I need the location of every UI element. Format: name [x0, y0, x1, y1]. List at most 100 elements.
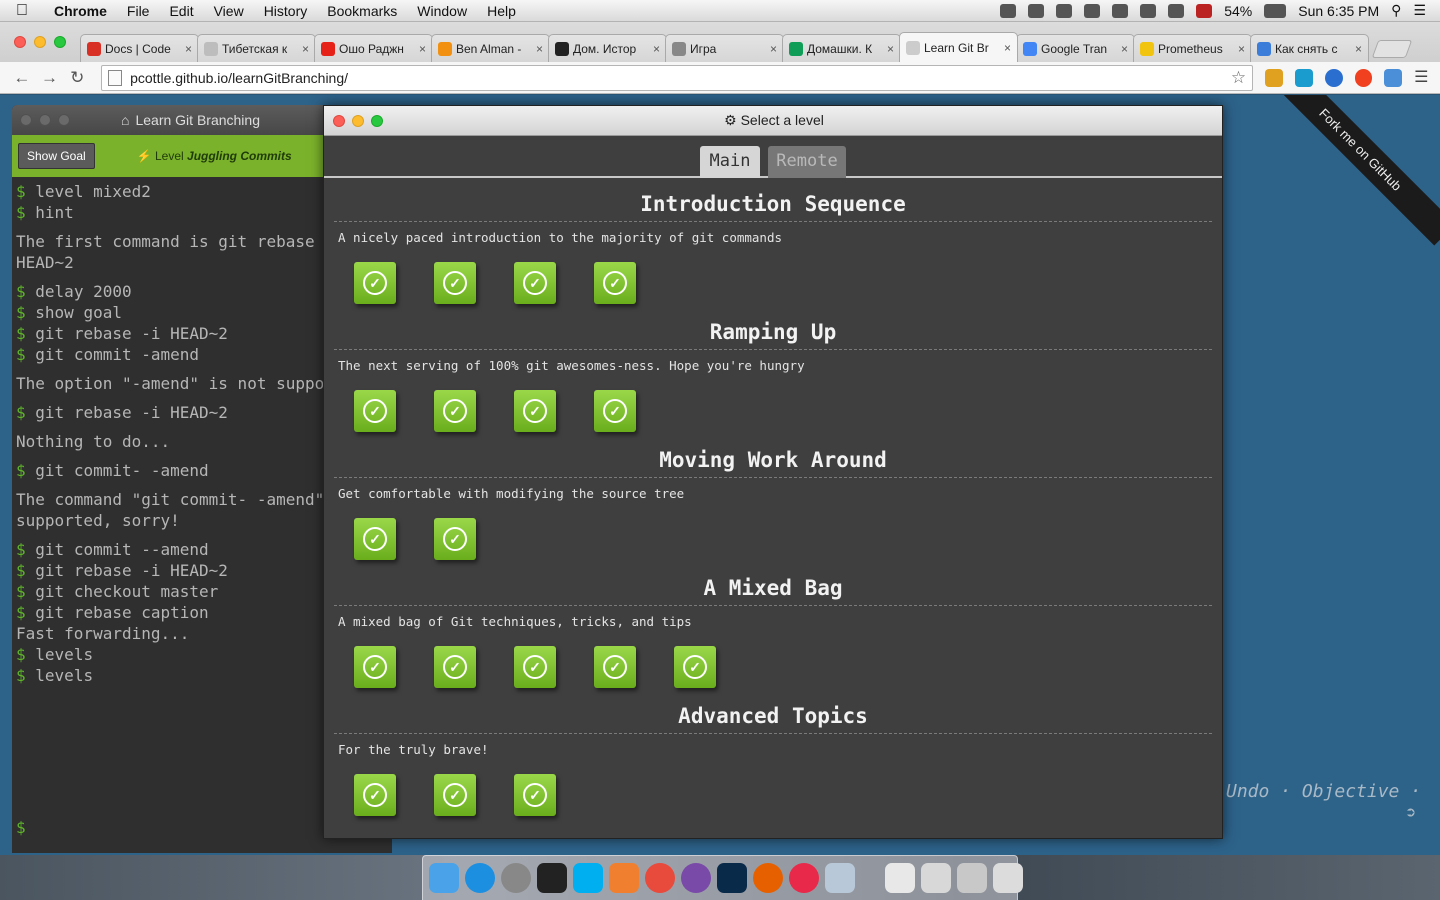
reload-icon[interactable]: ↻	[63, 68, 91, 88]
finder-icon[interactable]	[429, 863, 459, 893]
notification-bell-icon[interactable]	[1028, 3, 1045, 18]
tab-main[interactable]: Main	[700, 146, 760, 178]
browser-tab[interactable]: Игра ×	[665, 34, 784, 62]
safari-icon[interactable]	[465, 863, 495, 893]
level-button[interactable]: ✓	[354, 262, 396, 304]
wifi-icon[interactable]	[1140, 3, 1157, 18]
level-button[interactable]: ✓	[354, 518, 396, 560]
menu-window[interactable]: Window	[407, 3, 477, 19]
tab-close-icon[interactable]: ×	[1238, 42, 1245, 56]
level-button[interactable]: ✓	[594, 646, 636, 688]
tab-close-icon[interactable]: ×	[887, 42, 894, 56]
level-button[interactable]: ✓	[514, 774, 556, 816]
tab-close-icon[interactable]: ×	[536, 42, 543, 56]
terminal-zoom-icon[interactable]	[58, 114, 70, 126]
menu-view[interactable]: View	[204, 3, 254, 19]
menu-help[interactable]: Help	[477, 3, 526, 19]
menu-edit[interactable]: Edit	[159, 3, 203, 19]
modal-close-icon[interactable]	[333, 114, 345, 127]
browser-tab[interactable]: Prometheus ×	[1133, 34, 1252, 62]
modal-zoom-icon[interactable]	[371, 114, 383, 127]
forward-arrow-icon[interactable]: →	[36, 68, 64, 88]
tab-remote[interactable]: Remote	[768, 146, 846, 178]
menu-app-name[interactable]: Chrome	[44, 3, 117, 19]
extension-globe-icon[interactable]	[1324, 68, 1343, 87]
notification-center-icon[interactable]: ☰	[1413, 2, 1426, 19]
pocket-icon[interactable]	[1056, 3, 1073, 18]
back-arrow-icon[interactable]: ←	[8, 68, 36, 88]
firefox-icon[interactable]	[753, 863, 783, 893]
documents-stack-icon[interactable]	[885, 863, 915, 893]
tab-close-icon[interactable]: ×	[419, 42, 426, 56]
browser-tab[interactable]: Дом. Истор ×	[548, 34, 667, 62]
level-button[interactable]: ✓	[594, 390, 636, 432]
preview-icon[interactable]	[825, 863, 855, 893]
level-button[interactable]: ✓	[594, 262, 636, 304]
tab-close-icon[interactable]: ×	[1004, 41, 1011, 55]
tab-close-icon[interactable]: ×	[1355, 42, 1362, 56]
browser-tab[interactable]: Learn Git Br ×	[899, 32, 1018, 62]
chrome-icon[interactable]	[645, 863, 675, 893]
show-goal-button[interactable]: Show Goal	[18, 143, 95, 169]
menubar-clock[interactable]: Sun 6:35 PM	[1298, 3, 1379, 19]
level-button[interactable]: ✓	[354, 390, 396, 432]
zoom-window-icon[interactable]	[54, 36, 66, 48]
menu-history[interactable]: History	[254, 3, 318, 19]
battery-icon[interactable]	[1264, 3, 1287, 18]
time-machine-icon[interactable]	[1084, 3, 1101, 18]
menu-bookmarks[interactable]: Bookmarks	[317, 3, 407, 19]
tab-close-icon[interactable]: ×	[653, 42, 660, 56]
terminal-close-icon[interactable]	[20, 114, 32, 126]
tab-close-icon[interactable]: ×	[1121, 42, 1128, 56]
close-window-icon[interactable]	[14, 36, 26, 48]
trash-icon[interactable]	[993, 863, 1023, 893]
level-button[interactable]: ✓	[354, 646, 396, 688]
browser-tab[interactable]: Ben Alman - ×	[431, 34, 550, 62]
terminal-minimize-icon[interactable]	[39, 114, 51, 126]
volume-icon[interactable]	[1168, 3, 1185, 18]
exit-icon[interactable]: ➲	[1406, 803, 1416, 822]
menu-file[interactable]: File	[117, 3, 160, 19]
extension-icon-1[interactable]	[1265, 68, 1283, 87]
chrome-menu-icon[interactable]: ☰	[1414, 69, 1432, 87]
photoshop-icon[interactable]	[717, 863, 747, 893]
downloads-stack-icon[interactable]	[921, 863, 951, 893]
github-icon[interactable]	[681, 863, 711, 893]
browser-tab[interactable]: Домашки. К ×	[782, 34, 901, 62]
terminal-prompt[interactable]: $	[16, 818, 26, 837]
tab-close-icon[interactable]: ×	[770, 42, 777, 56]
level-button[interactable]: ✓	[434, 646, 476, 688]
extension-icon-5[interactable]	[1384, 68, 1403, 87]
level-button[interactable]: ✓	[434, 518, 476, 560]
undo-objective-links[interactable]: Undo · Objective ·	[1226, 781, 1421, 802]
address-bar[interactable]: pcottle.github.io/learnGitBranching/ ☆	[101, 64, 1254, 91]
level-button[interactable]: ✓	[514, 646, 556, 688]
url-text[interactable]: pcottle.github.io/learnGitBranching/	[130, 70, 348, 86]
level-button[interactable]: ✓	[354, 774, 396, 816]
creative-cloud-icon[interactable]	[1000, 3, 1017, 18]
level-button[interactable]: ✓	[514, 390, 556, 432]
new-tab-button[interactable]	[1371, 40, 1413, 58]
level-button[interactable]: ✓	[434, 390, 476, 432]
sublime-text-icon[interactable]	[609, 863, 639, 893]
bookmark-star-icon[interactable]: ☆	[1231, 68, 1246, 88]
browser-tab[interactable]: Ошо Раджн ×	[314, 34, 433, 62]
extension-icon-2[interactable]	[1294, 68, 1313, 87]
browser-tab[interactable]: Как снять с ×	[1250, 34, 1369, 62]
bluetooth-icon[interactable]	[1112, 3, 1129, 18]
browser-tab[interactable]: Docs | Code ×	[80, 34, 199, 62]
level-button[interactable]: ✓	[434, 262, 476, 304]
battery-percent[interactable]: 54%	[1224, 3, 1252, 19]
extension-color-icon[interactable]	[1354, 68, 1373, 87]
apple-icon[interactable]: 	[0, 2, 44, 20]
spotlight-search-icon[interactable]: ⚲	[1391, 2, 1401, 19]
flag-input-icon[interactable]	[1196, 3, 1213, 18]
level-button[interactable]: ✓	[434, 774, 476, 816]
skype-icon[interactable]	[573, 863, 603, 893]
system-preferences-icon[interactable]	[501, 863, 531, 893]
terminal-app-icon[interactable]	[537, 863, 567, 893]
minimize-window-icon[interactable]	[34, 36, 46, 48]
itunes-icon[interactable]	[789, 863, 819, 893]
modal-minimize-icon[interactable]	[352, 114, 364, 127]
browser-tab[interactable]: Google Tran ×	[1016, 34, 1135, 62]
